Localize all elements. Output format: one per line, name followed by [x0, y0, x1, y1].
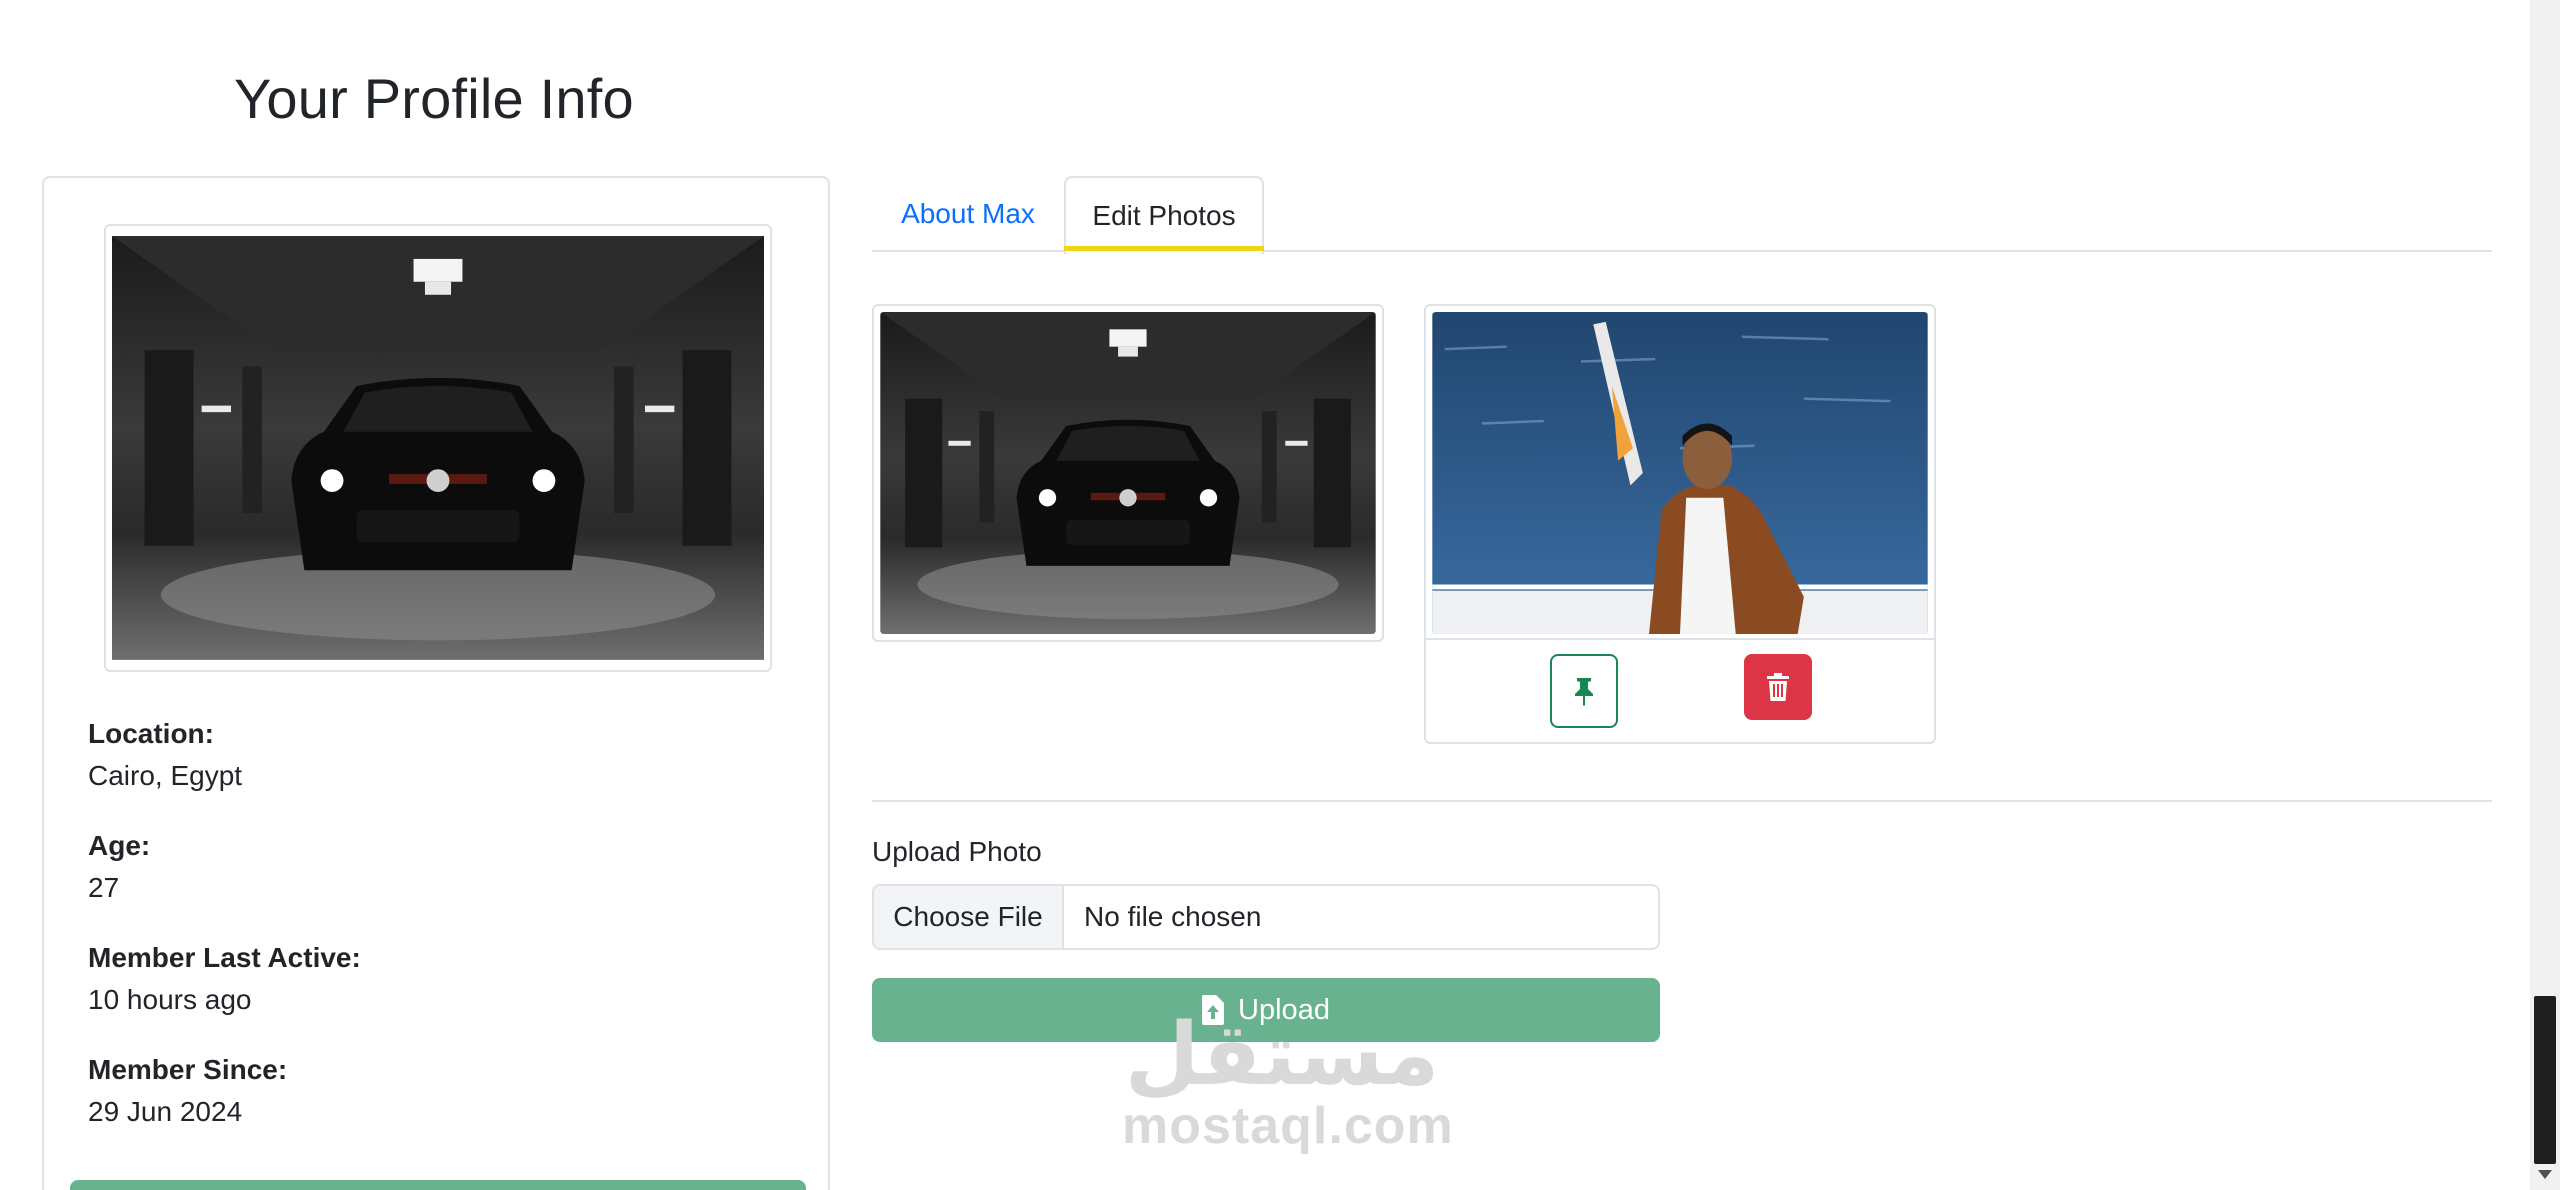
- photo-actions: [1424, 638, 1936, 744]
- file-status-text: No file chosen: [1084, 901, 1262, 932]
- card-action-button[interactable]: [70, 1180, 806, 1190]
- tab-about[interactable]: About Max: [872, 176, 1064, 252]
- location-label: Location:: [88, 718, 214, 749]
- profile-photo-image: [112, 236, 764, 660]
- watermark: مستقل mostaql.com: [1122, 1007, 1454, 1170]
- photo-thumbnail-secondary: [1424, 304, 1936, 744]
- profile-main-photo: [104, 224, 772, 672]
- photo-thumbnail-image: [880, 312, 1376, 634]
- choose-file-button[interactable]: Choose File: [874, 886, 1064, 948]
- page-scrollbar[interactable]: [2530, 0, 2560, 1190]
- location-value: Cairo, Egypt: [88, 760, 243, 791]
- upload-photo-label: Upload Photo: [872, 836, 1042, 867]
- last-active-label: Member Last Active:: [88, 942, 361, 973]
- section-divider: [872, 800, 2492, 802]
- age-value: 27: [88, 872, 120, 903]
- member-since-value: 29 Jun 2024: [88, 1096, 243, 1127]
- page-title: Your Profile Info: [234, 67, 634, 130]
- watermark-latin: mostaql.com: [1122, 1097, 1454, 1155]
- watermark-arabic: مستقل: [1124, 1007, 1440, 1103]
- active-tab-indicator: [1064, 246, 1264, 251]
- last-active-value: 10 hours ago: [88, 984, 252, 1015]
- tab-edit-photos[interactable]: Edit Photos: [1064, 176, 1264, 254]
- photo-thumbnail-main: [872, 304, 1384, 642]
- scroll-down-arrow-icon[interactable]: [2538, 1170, 2552, 1179]
- trash-icon: [1767, 673, 1789, 701]
- member-since-label: Member Since:: [88, 1054, 288, 1085]
- file-input[interactable]: Choose File No file chosen: [872, 884, 1660, 950]
- scrollbar-thumb[interactable]: [2534, 996, 2556, 1164]
- profile-card: Location: Cairo, Egypt Age: 27 Member La…: [42, 176, 830, 1190]
- age-label: Age:: [88, 830, 151, 861]
- set-main-photo-button[interactable]: [1550, 654, 1618, 728]
- pin-icon: [1575, 678, 1593, 706]
- delete-photo-button[interactable]: [1744, 654, 1812, 720]
- photo-thumbnail-image: [1432, 312, 1928, 634]
- profile-tabs: About Max Edit Photos: [872, 176, 2492, 254]
